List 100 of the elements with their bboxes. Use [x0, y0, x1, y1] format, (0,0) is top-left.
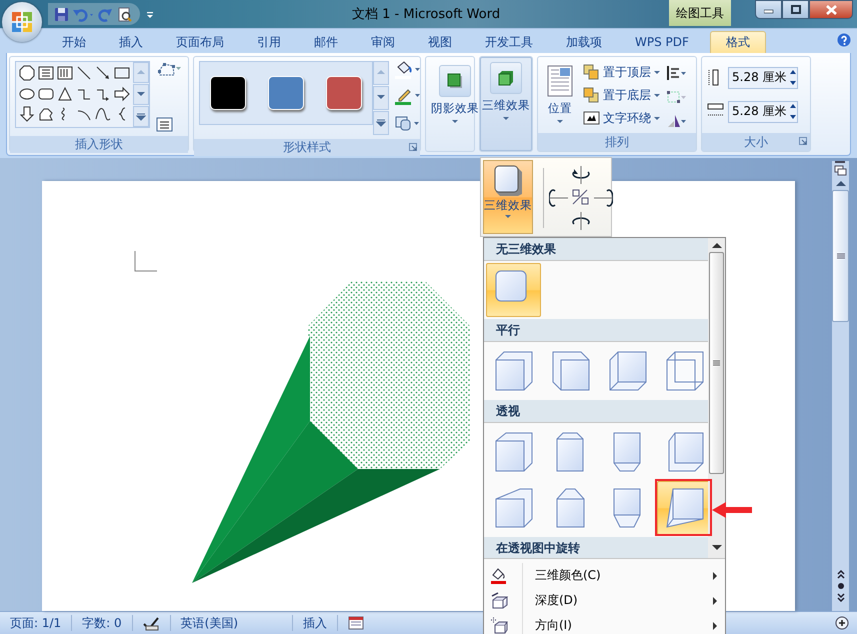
office-button[interactable]: [2, 2, 42, 42]
down-arrow-icon[interactable]: [19, 106, 35, 122]
minimize-button[interactable]: [755, 0, 782, 19]
arrange-command[interactable]: 置于底层: [583, 84, 660, 106]
next-page-icon[interactable]: [836, 593, 844, 602]
paragraph-corner-mark: [134, 250, 158, 272]
3d-preset-option[interactable]: [486, 263, 541, 317]
triangle-icon[interactable]: [57, 86, 73, 102]
fill-color-icon[interactable]: [395, 61, 421, 79]
3d-effects-button[interactable]: 三维效果: [480, 57, 532, 151]
close-button[interactable]: [809, 0, 853, 19]
menu-item[interactable]: 方向(I): [484, 613, 725, 634]
group-icon[interactable]: [666, 89, 687, 105]
draw-text-box-icon[interactable]: [156, 117, 173, 132]
caret-icon: [654, 94, 660, 96]
rectangle-icon[interactable]: [114, 65, 130, 81]
gallery-heading: 平行: [484, 319, 708, 342]
3d-cube-icon: [497, 69, 515, 87]
3d-effects-button[interactable]: 三维效果: [483, 160, 533, 234]
octagon-icon[interactable]: [19, 65, 35, 81]
macro-record-icon[interactable]: [348, 616, 364, 630]
bring-to-front-icon: [583, 64, 600, 80]
edit-shape-icon[interactable]: [156, 61, 182, 77]
vertical-text-box-icon[interactable]: [57, 65, 73, 81]
view-ruler-icon[interactable]: [834, 161, 847, 176]
window-title: 文档 1 - Microsoft Word: [352, 6, 500, 23]
arrange-command[interactable]: 置于顶层: [583, 61, 660, 83]
customize-caret-icon[interactable]: [146, 10, 154, 18]
scrollbar-thumb[interactable]: [709, 252, 724, 474]
maximize-icon: [790, 5, 800, 14]
outline-color-icon[interactable]: [395, 87, 421, 105]
ribbon-tab[interactable]: 引用: [245, 31, 293, 53]
print-preview-icon[interactable]: [117, 6, 132, 22]
ribbon-tab[interactable]: 开始: [50, 31, 98, 53]
help-icon[interactable]: [837, 33, 851, 47]
text-box-icon[interactable]: [38, 65, 54, 81]
line-icon[interactable]: [76, 65, 92, 81]
page-count[interactable]: 页面: 1/1: [0, 615, 72, 631]
size-input[interactable]: 5.28 厘米: [728, 66, 798, 88]
gallery-heading: 无三维效果: [484, 238, 708, 261]
save-icon[interactable]: [54, 6, 69, 22]
caret-icon: [503, 117, 509, 120]
scrollbar-thumb[interactable]: [832, 190, 849, 322]
maximize-button[interactable]: [782, 0, 809, 19]
caret-icon: [557, 120, 563, 123]
style-swatch[interactable]: [268, 76, 304, 110]
ribbon-tab[interactable]: WPS PDF: [623, 31, 701, 53]
contextual-tab-label: 绘图工具: [669, 0, 731, 26]
size-input[interactable]: 5.28 厘米: [728, 100, 798, 122]
ribbon-tab[interactable]: 格式: [710, 31, 766, 53]
gallery-more-icon[interactable]: [136, 112, 146, 120]
style-swatch[interactable]: [326, 76, 362, 110]
ribbon-tab[interactable]: 视图: [416, 31, 464, 53]
shadow-effects-button[interactable]: 阴影效果: [431, 61, 479, 123]
style-swatch[interactable]: [210, 76, 246, 110]
spin-icon[interactable]: [789, 103, 797, 120]
ribbon-tab[interactable]: 插入: [107, 31, 155, 53]
insert-mode-status[interactable]: 插入: [293, 615, 338, 631]
rounded-rectangle-icon[interactable]: [38, 86, 54, 102]
language-status[interactable]: 英语(美国): [170, 615, 294, 631]
tilt-right-icon[interactable]: [593, 188, 613, 208]
fill-color-icon: [490, 566, 508, 584]
browse-object-icon[interactable]: [836, 582, 844, 590]
ribbon-tab[interactable]: 页面布局: [164, 31, 236, 53]
arrow-line-icon[interactable]: [95, 65, 111, 81]
scroll-up-icon[interactable]: [710, 242, 722, 249]
previous-page-icon[interactable]: [836, 570, 844, 579]
right-arrow-icon[interactable]: [114, 86, 130, 102]
page-layout-icon: [547, 65, 573, 97]
menu-item[interactable]: 三维颜色(C): [484, 563, 725, 588]
position-button[interactable]: 位置: [543, 61, 577, 123]
curve-icon[interactable]: [95, 106, 111, 122]
scroll-up-icon[interactable]: [834, 179, 846, 187]
dialog-launcher-icon[interactable]: [799, 137, 807, 145]
grip-icon: [713, 360, 720, 366]
align-icon[interactable]: [666, 65, 687, 81]
ribbon-tab[interactable]: 开发工具: [473, 31, 545, 53]
3d-square-icon: [492, 164, 524, 196]
tilt-left-icon[interactable]: [549, 188, 569, 208]
word-count[interactable]: 字数: 0: [72, 615, 133, 631]
proofing-icon[interactable]: [142, 616, 160, 630]
zoom-in-icon[interactable]: [835, 616, 849, 630]
ribbon-tab[interactable]: 邮件: [302, 31, 350, 53]
tilt-up-icon[interactable]: [571, 166, 591, 186]
gallery-more-icon[interactable]: [376, 119, 386, 127]
3d-preset-option[interactable]: [657, 481, 708, 535]
group-label: 形状样式: [283, 139, 331, 156]
caret-icon: [654, 116, 660, 120]
oval-icon[interactable]: [19, 86, 35, 102]
dialog-launcher-icon[interactable]: [409, 143, 417, 151]
arrange-command[interactable]: 文字环绕: [583, 107, 660, 129]
ribbon-tab[interactable]: 加载项: [554, 31, 614, 53]
scroll-down-icon[interactable]: [710, 544, 722, 551]
menu-item[interactable]: 深度(D): [484, 588, 725, 613]
freeform-icon[interactable]: [38, 106, 54, 122]
tilt-down-icon[interactable]: [571, 210, 591, 230]
rotate-icon[interactable]: [666, 113, 687, 129]
spin-icon[interactable]: [789, 69, 797, 86]
ribbon-tab[interactable]: 审阅: [359, 31, 407, 53]
depth-icon: [490, 592, 508, 610]
